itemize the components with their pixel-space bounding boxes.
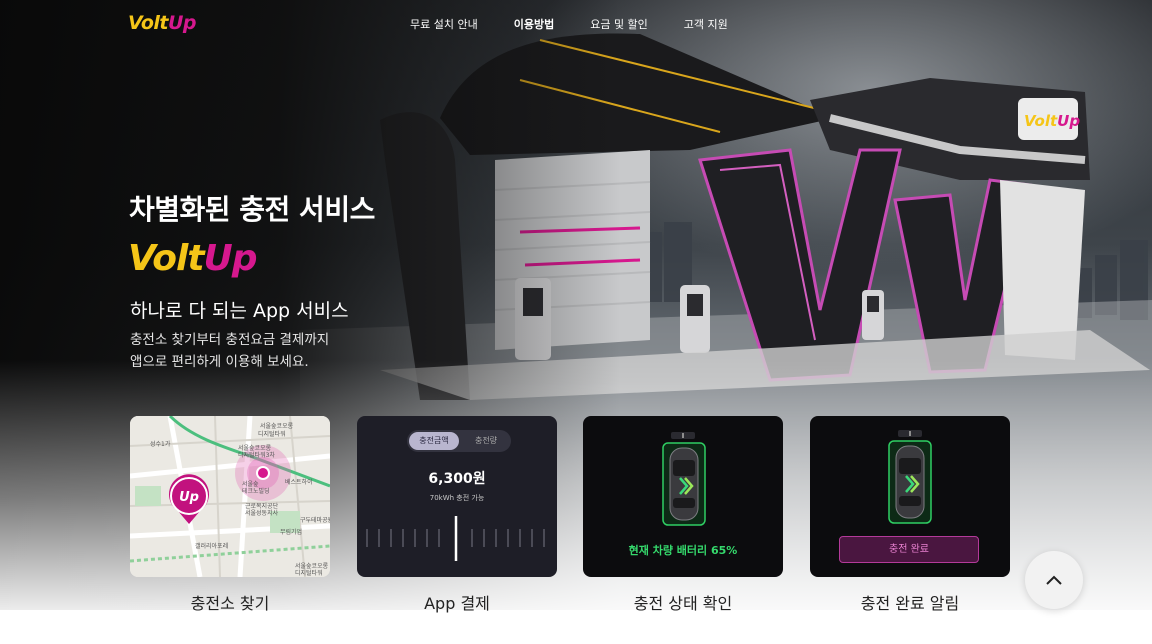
main-nav: 무료 설치 안내 이용방법 요금 및 할인 고객 지원 [410, 16, 764, 32]
map-label: 디지털타워 [258, 430, 286, 438]
payment-mode-toggle[interactable]: 충전금액 충전량 [407, 430, 511, 452]
feature-label-app-payment[interactable]: App 결제 [357, 590, 557, 614]
map-label: 서울성동지사 [245, 509, 279, 517]
toggle-amount[interactable]: 충전금액 [409, 432, 459, 450]
chevron-up-icon [1046, 575, 1062, 585]
feature-label-charging-complete[interactable]: 충전 완료 알림 [810, 590, 1010, 614]
battery-status-text: 현재 차량 배터리 65% [628, 544, 738, 557]
map-label: 서울숲코오롱 [238, 444, 272, 452]
feature-label-charging-status[interactable]: 충전 상태 확인 [583, 590, 783, 614]
scroll-top-button[interactable] [1025, 551, 1083, 609]
station-roof-sign: VoltUp [1024, 112, 1080, 130]
nav-support[interactable]: 고객 지원 [684, 16, 728, 32]
feature-card-find-station[interactable]: Up 서울숲코오롱 디지털타워 서울숲코오롱 디지털타워3차 베스트하이 서울숲… [130, 416, 330, 577]
payment-amount: 6,300원 [428, 471, 486, 487]
description-line-2: 앱으로 편리하게 이용해 보세요. [130, 354, 309, 370]
map-label: 근로복지공단 [245, 502, 279, 510]
map-label: 디지털타워 [295, 569, 323, 577]
map-label: 베스트하이 [285, 478, 313, 486]
brand-accent-text: Up [203, 238, 258, 279]
voltup-logo[interactable]: VoltUp [128, 12, 197, 34]
map-label: 갤러리아포레 [195, 542, 228, 550]
map-label: 무림기업 [280, 528, 302, 536]
toggle-energy[interactable]: 충전량 [463, 432, 509, 450]
charging-complete-button[interactable]: 충전 완료 [839, 536, 979, 563]
payment-subtext: 70kWh 충전 가능 [429, 494, 485, 502]
feature-card-app-payment[interactable]: 충전금액 충전량 6,300원 70kWh 충전 가능 [357, 416, 557, 577]
map-label: 서울숲코오롱 [260, 422, 294, 430]
map-label: 서울숲코오롱 [295, 562, 329, 570]
map-label: 구두테마공원 [300, 516, 330, 524]
nav-free-install[interactable]: 무료 설치 안내 [410, 16, 478, 32]
map-label: 서울숲 [242, 480, 259, 488]
map-label: 디지털타워3차 [238, 451, 275, 459]
logo-main-text: Volt [128, 12, 168, 34]
map-graphic: Up 서울숲코오롱 디지털타워 서울숲코오롱 디지털타워3차 베스트하이 서울숲… [130, 416, 330, 577]
map-label: 테크노빌딩 [242, 487, 270, 495]
hero-subtitle: 하나로 다 되는 App 서비스 [130, 300, 349, 322]
map-label: 성수1가 [150, 440, 171, 448]
description-line-1: 충전소 찾기부터 충전요금 결제까지 [130, 332, 330, 348]
hero-headline: 차별화된 충전 서비스 [129, 193, 375, 226]
feature-label-find-station[interactable]: 충전소 찾기 [130, 590, 330, 614]
nav-pricing[interactable]: 요금 및 할인 [590, 16, 648, 32]
brand-main-text: Volt [128, 238, 205, 279]
feature-card-charging-status[interactable]: 현재 차량 배터리 65% [583, 416, 783, 577]
feature-card-charging-complete[interactable]: 충전 완료 [810, 416, 1010, 577]
hero-brand-logo: VoltUp [128, 238, 258, 279]
hero-description: 충전소 찾기부터 충전요금 결제까지 앱으로 편리하게 이용해 보세요. [130, 329, 329, 373]
map-pin-logo: Up [179, 490, 199, 505]
logo-accent-text: Up [167, 12, 197, 34]
nav-how-to-use[interactable]: 이용방법 [514, 16, 554, 32]
